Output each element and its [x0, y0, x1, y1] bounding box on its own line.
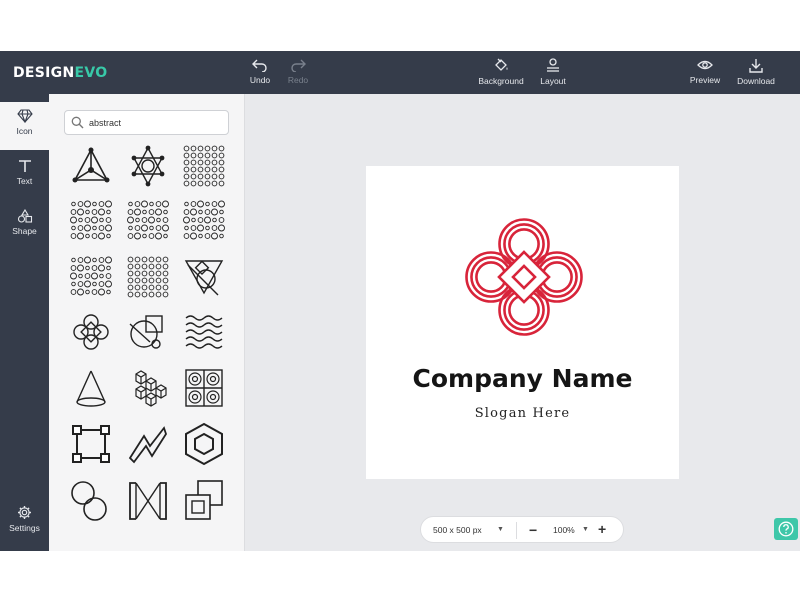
preview-button[interactable]: Preview: [681, 57, 729, 91]
zoom-out-button[interactable]: −: [529, 522, 537, 538]
redo-icon: [291, 59, 306, 72]
icon-panel: [49, 94, 245, 551]
dot-grid-icon[interactable]: [126, 255, 170, 299]
left-sidebar: Icon Text Shape Settings: [0, 94, 49, 551]
geometric-triangle-icon[interactable]: [182, 255, 226, 299]
logo-artboard[interactable]: Company Name Slogan Here: [366, 166, 679, 479]
layout-button[interactable]: Layout: [529, 57, 577, 91]
circle-grid-icon[interactable]: [182, 199, 226, 243]
size-dropdown-caret-icon[interactable]: ▼: [497, 526, 504, 533]
zoom-bar: 500 x 500 px ▼ − 100% ▼ +: [420, 516, 624, 543]
gear-icon: [18, 506, 31, 519]
cubes-icon[interactable]: [126, 366, 170, 410]
eye-icon: [697, 60, 713, 70]
zigzag-icon[interactable]: [126, 422, 170, 466]
background-button[interactable]: Background: [476, 57, 526, 91]
app-window: DESIGNEVO Undo Redo Background Layout Pr…: [0, 51, 800, 551]
search-input[interactable]: [89, 114, 219, 131]
designevo-logo[interactable]: DESIGNEVO: [13, 65, 107, 81]
dot-grid-icon[interactable]: [182, 144, 226, 188]
search-icon: [71, 116, 84, 129]
zoom-level[interactable]: 100%: [553, 525, 575, 535]
sidebar-item-icon[interactable]: Icon: [0, 102, 49, 150]
celtic-knot-icon[interactable]: [69, 310, 113, 354]
sidebar-item-shape[interactable]: Shape: [0, 202, 49, 250]
hexagon-icon[interactable]: [182, 422, 226, 466]
overlapping-circles-icon[interactable]: [69, 479, 113, 523]
sidebar-item-settings[interactable]: Settings: [0, 499, 49, 547]
help-button[interactable]: [774, 518, 798, 540]
overlapping-squares-icon[interactable]: [182, 479, 226, 523]
layout-icon: [547, 58, 559, 72]
top-toolbar: DESIGNEVO Undo Redo Background Layout Pr…: [0, 51, 800, 94]
square-frame-icon[interactable]: [69, 422, 113, 466]
triangle-molecule-icon[interactable]: [69, 144, 113, 188]
slogan-text[interactable]: Slogan Here: [366, 406, 679, 421]
circle-grid-icon[interactable]: [126, 199, 170, 243]
star-network-icon[interactable]: [126, 144, 170, 188]
company-name-text[interactable]: Company Name: [366, 364, 679, 393]
circle-grid-icon[interactable]: [69, 199, 113, 243]
waves-icon[interactable]: [182, 310, 226, 354]
sidebar-item-text[interactable]: Text: [0, 152, 49, 200]
download-button[interactable]: Download: [732, 57, 780, 91]
zoom-divider: [516, 522, 517, 539]
download-icon: [749, 59, 763, 73]
zoom-dropdown-caret-icon[interactable]: ▼: [582, 526, 589, 533]
shapes-icon: [17, 209, 32, 223]
help-icon: [778, 521, 794, 537]
geometric-circle-icon[interactable]: [126, 310, 170, 354]
undo-icon: [252, 59, 267, 72]
concentric-squares-icon[interactable]: [182, 366, 226, 410]
canvas-size-select[interactable]: 500 x 500 px: [433, 525, 482, 535]
diamond-icon: [16, 109, 33, 123]
cone-icon[interactable]: [69, 366, 113, 410]
circle-grid-icon[interactable]: [69, 255, 113, 299]
text-t-icon: [18, 160, 31, 172]
paint-bucket-icon: [495, 58, 508, 71]
zoom-in-button[interactable]: +: [598, 521, 606, 537]
redo-button[interactable]: Redo: [274, 57, 322, 91]
bracket-hexagon-icon[interactable]: [126, 479, 170, 523]
celtic-knot-logo-icon[interactable]: [461, 214, 587, 340]
search-box[interactable]: [64, 110, 229, 135]
